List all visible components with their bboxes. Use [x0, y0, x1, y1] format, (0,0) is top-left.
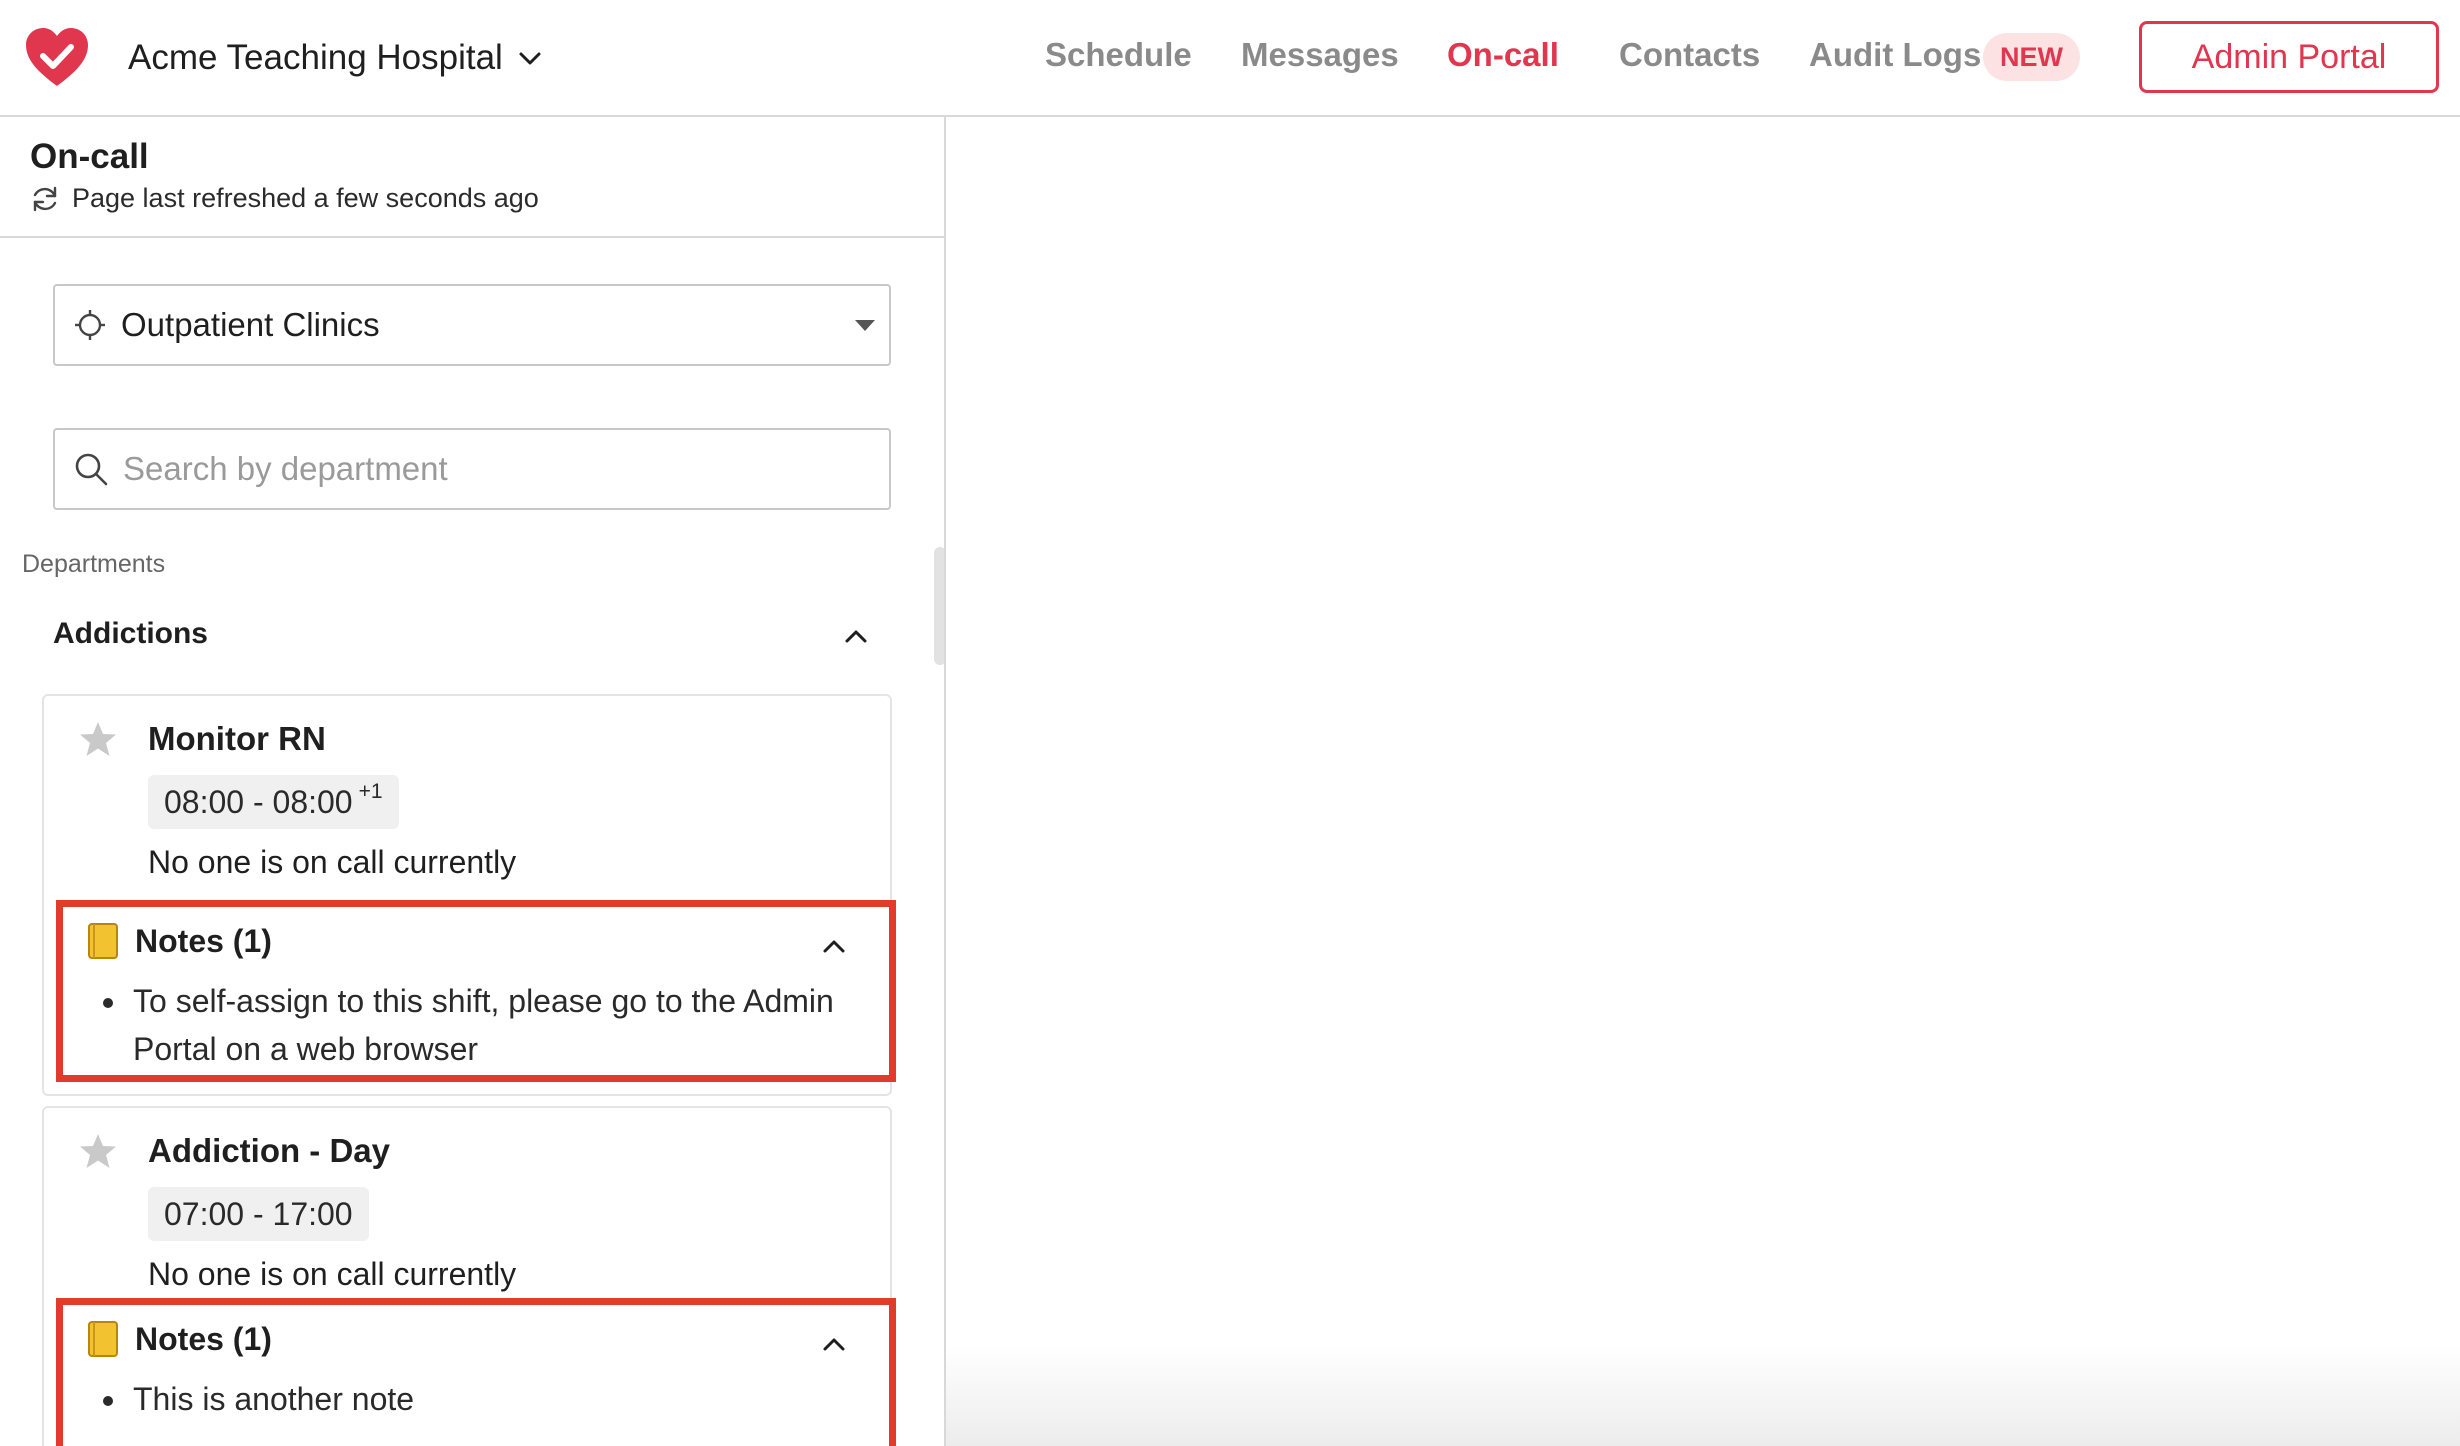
detail-area-fade — [946, 1346, 2460, 1446]
department-name: Addictions — [53, 617, 208, 650]
shift-time-range: 08:00 - 08:00 — [164, 783, 353, 820]
nav-on-call[interactable]: On-call — [1447, 36, 1559, 74]
chevron-up-icon[interactable] — [819, 931, 849, 961]
notes-section: Notes (1) This is another note — [56, 1298, 896, 1446]
caret-down-icon — [855, 320, 875, 331]
nav-audit-logs[interactable]: Audit Logs — [1809, 36, 1981, 74]
department-addictions[interactable]: Addictions — [53, 601, 891, 667]
nav-messages[interactable]: Messages — [1241, 36, 1399, 74]
star-icon[interactable] — [78, 1131, 118, 1171]
notes-list: To self-assign to this shift, please go … — [129, 977, 869, 1073]
shift-time: 08:00 - 08:00 +1 — [148, 775, 399, 829]
chevron-down-icon — [519, 52, 541, 65]
refresh-status: Page last refreshed a few seconds ago — [30, 183, 539, 214]
notes-toggle[interactable]: Notes (1) — [85, 921, 272, 961]
notepad-icon — [88, 923, 118, 959]
shift-name: Monitor RN — [148, 720, 326, 757]
departments-label: Departments — [22, 550, 166, 578]
refresh-icon[interactable] — [30, 184, 60, 214]
notepad-icon — [88, 1321, 118, 1357]
organization-switcher[interactable]: Acme Teaching Hospital — [128, 30, 543, 86]
star-icon[interactable] — [78, 719, 118, 759]
shift-time: 07:00 - 17:00 — [148, 1187, 369, 1241]
on-call-status: No one is on call currently — [148, 1256, 517, 1292]
shift-time-suffix: +1 — [358, 780, 383, 803]
department-search — [53, 428, 891, 510]
note-item: To self-assign to this shift, please go … — [129, 977, 869, 1073]
location-select-value: Outpatient Clinics — [121, 306, 380, 343]
notes-list: This is another note — [129, 1375, 869, 1423]
notes-toggle[interactable]: Notes (1) — [85, 1319, 272, 1359]
search-icon — [75, 453, 108, 486]
notes-title: Notes (1) — [135, 922, 272, 959]
nav-contacts[interactable]: Contacts — [1619, 36, 1760, 74]
heart-check-icon[interactable] — [24, 26, 90, 88]
chevron-up-icon[interactable] — [819, 1329, 849, 1359]
organization-name: Acme Teaching Hospital — [128, 38, 503, 77]
on-call-status: No one is on call currently — [148, 844, 517, 880]
shift-time-range: 07:00 - 17:00 — [164, 1195, 353, 1232]
on-call-panel: On-call Page last refreshed a few second… — [0, 117, 946, 1446]
crosshair-icon — [75, 310, 105, 340]
page-title: On-call — [30, 137, 149, 176]
new-badge: NEW — [1983, 33, 2080, 81]
refresh-text: Page last refreshed a few seconds ago — [72, 183, 539, 213]
notes-section: Notes (1) To self-assign to this shift, … — [56, 900, 896, 1082]
admin-portal-button[interactable]: Admin Portal — [2139, 21, 2439, 93]
note-item: This is another note — [129, 1375, 869, 1423]
chevron-up-icon[interactable] — [841, 621, 871, 651]
notes-title: Notes (1) — [135, 1320, 272, 1357]
shift-name: Addiction - Day — [148, 1132, 391, 1169]
nav-schedule[interactable]: Schedule — [1045, 36, 1192, 74]
top-navigation: Acme Teaching Hospital Schedule Messages… — [0, 0, 2460, 117]
panel-header: On-call Page last refreshed a few second… — [0, 117, 944, 238]
location-select[interactable]: Outpatient Clinics — [53, 284, 891, 366]
search-input[interactable] — [123, 450, 843, 488]
scrollbar-thumb[interactable] — [934, 547, 944, 665]
